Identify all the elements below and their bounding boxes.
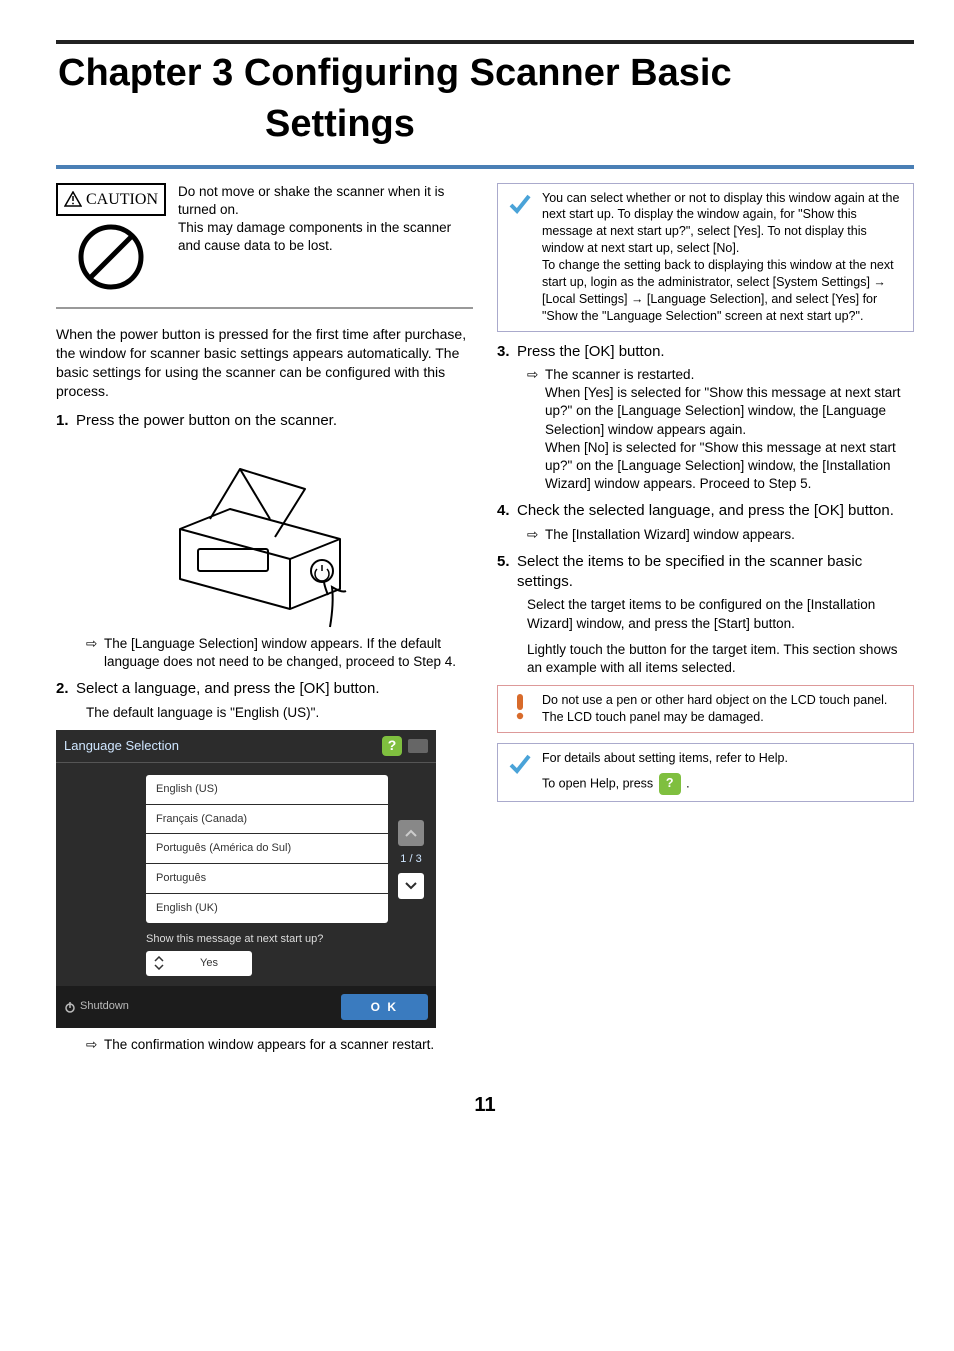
page-down-button[interactable] [398, 873, 424, 899]
step-4: 4. Check the selected language, and pres… [497, 501, 914, 543]
ls-title: Language Selection [64, 737, 179, 755]
alert-text: Do not use a pen or other hard object on… [542, 692, 905, 726]
show-message-select[interactable]: Yes [146, 951, 252, 976]
chevron-down-icon [405, 882, 417, 890]
tip-text: You can select whether or not to display… [542, 190, 905, 325]
step-3-result: ⇨ The scanner is restarted. When [Yes] i… [527, 366, 914, 494]
chapter-heading: Chapter 3 Configuring Scanner Basic Sett… [56, 48, 914, 151]
step-number: 1. [56, 411, 76, 431]
step-text: Select the items to be specified in the … [517, 552, 914, 593]
step-3-result-lead: The scanner is restarted. [545, 367, 694, 382]
language-option[interactable]: English (UK) [146, 894, 388, 923]
step-1-result-text: The [Language Selection] window appears.… [104, 635, 473, 671]
step-2-result: ⇨ The confirmation window appears for a … [86, 1036, 473, 1054]
tip-box: You can select whether or not to display… [497, 183, 914, 332]
language-option[interactable]: English (US) [146, 775, 388, 804]
chapter-title-line2: Settings [58, 99, 914, 150]
language-option[interactable]: Português (América do Sul) [146, 834, 388, 863]
step-1: 1. Press the power button on the scanner… [56, 411, 473, 672]
step-3-result-p1: When [Yes] is selected for "Show this me… [545, 385, 900, 436]
help-note-p2a: To open Help, press [542, 776, 657, 790]
step-5-p2: Lightly touch the button for the target … [527, 641, 914, 677]
step-number: 4. [497, 501, 517, 521]
step-1-result: ⇨ The [Language Selection] window appear… [86, 635, 473, 671]
show-message-value: Yes [174, 956, 244, 971]
chapter-title-line1: Chapter 3 Configuring Scanner Basic [58, 52, 732, 94]
content-top-rule [56, 40, 914, 44]
power-icon [64, 1001, 76, 1013]
thin-rule [56, 307, 473, 309]
step-number: 2. [56, 679, 76, 699]
check-icon [506, 750, 534, 778]
help-note-p2b: . [683, 776, 690, 790]
right-column: You can select whether or not to display… [497, 183, 914, 1063]
language-selection-screen: Language Selection ? English (US) França… [56, 730, 436, 1028]
step-5: 5. Select the items to be specified in t… [497, 552, 914, 677]
keyboard-icon[interactable] [408, 739, 428, 753]
step-3: 3. Press the [OK] button. ⇨ The scanner … [497, 342, 914, 494]
step-3-result-p2: When [No] is selected for "Show this mes… [545, 440, 896, 491]
help-icon[interactable]: ? [382, 736, 402, 756]
step-number: 5. [497, 552, 517, 572]
ls-footer: Shutdown O K [56, 986, 436, 1028]
tip-p2: To change the setting back to displaying… [542, 258, 894, 323]
tip-p1: You can select whether or not to display… [542, 191, 899, 256]
help-icon[interactable]: ? [659, 773, 681, 795]
help-note-text: For details about setting items, refer t… [542, 750, 905, 795]
ok-button[interactable]: O K [341, 994, 428, 1020]
step-4-result: ⇨ The [Installation Wizard] window appea… [527, 526, 914, 544]
page-up-button[interactable] [398, 820, 424, 846]
alert-icon [506, 692, 534, 720]
scanner-illustration [140, 439, 390, 629]
caution-icons: CAUTION [56, 183, 166, 297]
step-3-result-body: The scanner is restarted. When [Yes] is … [545, 366, 914, 494]
alert-box: Do not use a pen or other hard object on… [497, 685, 914, 733]
language-option[interactable]: Português [146, 864, 388, 893]
help-note-p1: For details about setting items, refer t… [542, 751, 788, 765]
page-indicator: 1 / 3 [400, 850, 421, 869]
step-text: Press the power button on the scanner. [76, 411, 473, 431]
caution-text: Do not move or shake the scanner when it… [178, 183, 473, 256]
result-arrow-icon: ⇨ [527, 366, 541, 494]
help-note-box: For details about setting items, refer t… [497, 743, 914, 802]
step-2: 2. Select a language, and press the [OK]… [56, 679, 473, 1054]
step-number: 3. [497, 342, 517, 362]
step-2-result-text: The confirmation window appears for a sc… [104, 1036, 434, 1054]
ls-header: Language Selection ? [56, 730, 436, 763]
step-text: Press the [OK] button. [517, 342, 914, 362]
left-column: CAUTION Do not move or shake the scanner… [56, 183, 473, 1063]
show-message-label: Show this message at next start up? [146, 932, 424, 947]
step-2-note: The default language is "English (US)". [86, 704, 473, 722]
result-arrow-icon: ⇨ [527, 526, 541, 544]
language-list: English (US) Français (Canada) Português… [146, 775, 388, 924]
section-rule [56, 165, 914, 169]
warning-icon [64, 191, 82, 207]
shutdown-label: Shutdown [80, 999, 129, 1014]
check-icon [506, 190, 534, 218]
prohibit-icon [76, 222, 146, 292]
step-text: Check the selected language, and press t… [517, 501, 914, 521]
caution-label: CAUTION [56, 183, 166, 217]
show-message-section: Show this message at next start up? Yes [56, 928, 436, 986]
chevron-up-icon [405, 829, 417, 837]
caution-label-text: CAUTION [86, 189, 158, 211]
caution-block: CAUTION Do not move or shake the scanner… [56, 183, 473, 297]
updown-icon [154, 956, 164, 970]
shutdown-button[interactable]: Shutdown [64, 999, 129, 1014]
step-4-result-text: The [Installation Wizard] window appears… [545, 526, 795, 544]
language-option[interactable]: Français (Canada) [146, 805, 388, 834]
step-text: Select a language, and press the [OK] bu… [76, 679, 473, 699]
result-arrow-icon: ⇨ [86, 1036, 100, 1054]
step-5-p1: Select the target items to be configured… [527, 596, 914, 632]
pager: 1 / 3 [398, 775, 424, 924]
page-number: 11 [56, 1092, 914, 1119]
intro-text: When the power button is pressed for the… [56, 325, 473, 401]
result-arrow-icon: ⇨ [86, 635, 100, 671]
